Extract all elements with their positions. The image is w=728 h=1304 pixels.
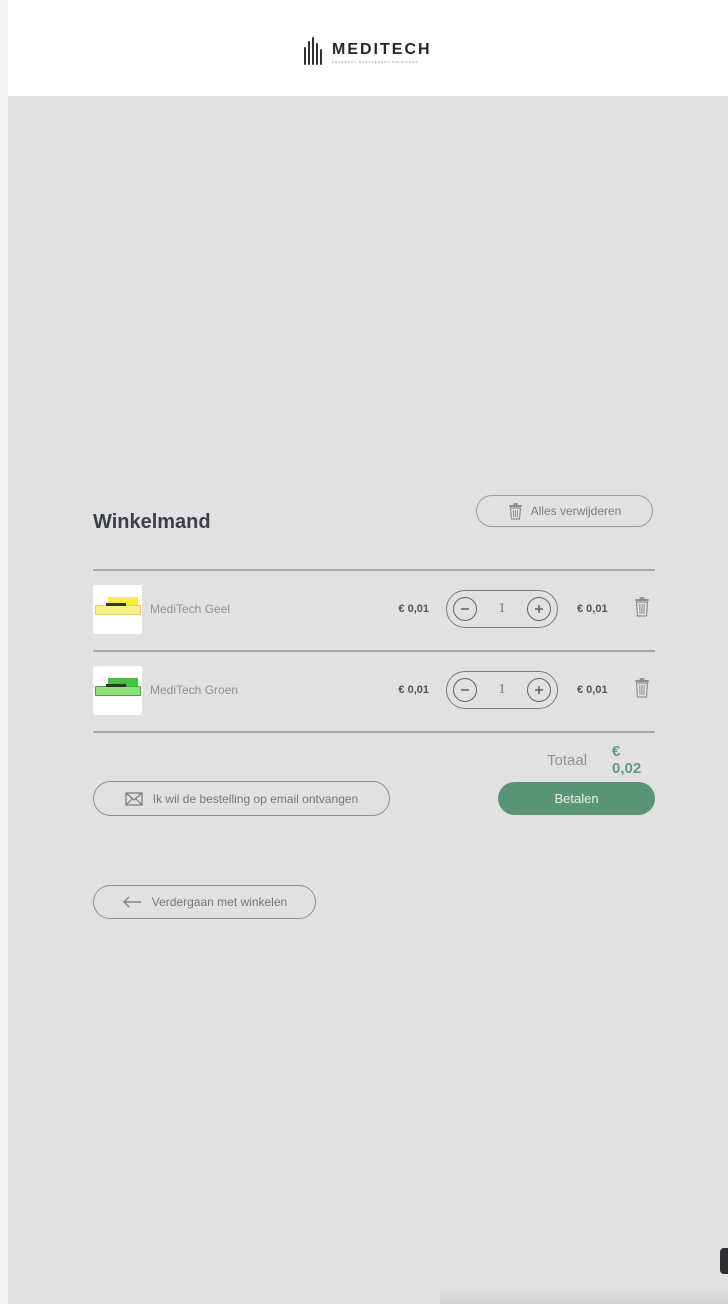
cart-divider-middle bbox=[93, 650, 655, 652]
total-label: Totaal bbox=[547, 751, 588, 769]
quantity-stepper: 1 bbox=[446, 590, 558, 628]
cart-item-row: MediTech Geel € 0,01 1 € 0,01 bbox=[93, 573, 655, 651]
minus-circle-icon bbox=[461, 608, 469, 610]
cart-total: Totaal € 0,02 bbox=[547, 743, 653, 777]
increase-quantity-button[interactable] bbox=[527, 678, 551, 702]
decrease-quantity-button[interactable] bbox=[453, 678, 477, 702]
quantity-stepper: 1 bbox=[446, 671, 558, 709]
email-order-label: Ik wil de bestelling op email ontvangen bbox=[152, 791, 359, 806]
plus-circle-icon bbox=[535, 686, 543, 694]
cart-divider-top bbox=[93, 569, 655, 571]
logo-mark-icon bbox=[304, 37, 324, 67]
remove-all-label: Alles verwijderen bbox=[530, 504, 622, 518]
mail-icon bbox=[125, 791, 143, 806]
minus-circle-icon bbox=[461, 689, 469, 691]
product-thumbnail[interactable] bbox=[93, 666, 142, 715]
trash-icon bbox=[508, 502, 522, 520]
continue-shopping-button[interactable]: Verdergaan met winkelen bbox=[93, 885, 316, 919]
site-header: MEDITECH Pharmacy Management Solutions bbox=[8, 0, 728, 96]
remove-all-button[interactable]: Alles verwijderen bbox=[476, 495, 653, 527]
continue-shopping-label: Verdergaan met winkelen bbox=[151, 895, 288, 909]
total-value: € 0,02 bbox=[612, 743, 642, 777]
page-title: Winkelmand bbox=[93, 511, 211, 534]
arrow-left-icon bbox=[122, 896, 141, 908]
cart-divider-bottom bbox=[93, 731, 655, 733]
product-name[interactable]: MediTech Groen bbox=[150, 682, 238, 698]
brand-tagline: Pharmacy Management Solutions bbox=[332, 59, 419, 64]
meditech-logo[interactable]: MEDITECH Pharmacy Management Solutions bbox=[304, 35, 464, 69]
bottom-shadow bbox=[440, 1288, 728, 1304]
pay-button[interactable]: Betalen bbox=[498, 782, 655, 815]
pay-button-label: Betalen bbox=[554, 791, 599, 806]
product-name[interactable]: MediTech Geel bbox=[150, 601, 230, 617]
shopping-cart: Winkelmand Alles verwijderen MediTech Ge… bbox=[93, 494, 655, 924]
increase-quantity-button[interactable] bbox=[527, 597, 551, 621]
chat-widget-tab[interactable] bbox=[720, 1248, 728, 1274]
brand-name: MEDITECH bbox=[332, 40, 432, 58]
unit-price: € 0,01 bbox=[398, 684, 429, 696]
plus-circle-icon bbox=[535, 605, 543, 613]
delete-item-icon[interactable] bbox=[634, 678, 650, 698]
line-total: € 0,01 bbox=[577, 684, 608, 696]
cart-item-row: MediTech Groen € 0,01 1 € 0,01 bbox=[93, 654, 655, 732]
quantity-value[interactable]: 1 bbox=[499, 682, 506, 698]
decrease-quantity-button[interactable] bbox=[453, 597, 477, 621]
product-thumbnail[interactable] bbox=[93, 585, 142, 634]
line-total: € 0,01 bbox=[577, 603, 608, 615]
unit-price: € 0,01 bbox=[398, 603, 429, 615]
delete-item-icon[interactable] bbox=[634, 597, 650, 617]
email-order-button[interactable]: Ik wil de bestelling op email ontvangen bbox=[93, 781, 390, 816]
quantity-value[interactable]: 1 bbox=[499, 601, 506, 617]
